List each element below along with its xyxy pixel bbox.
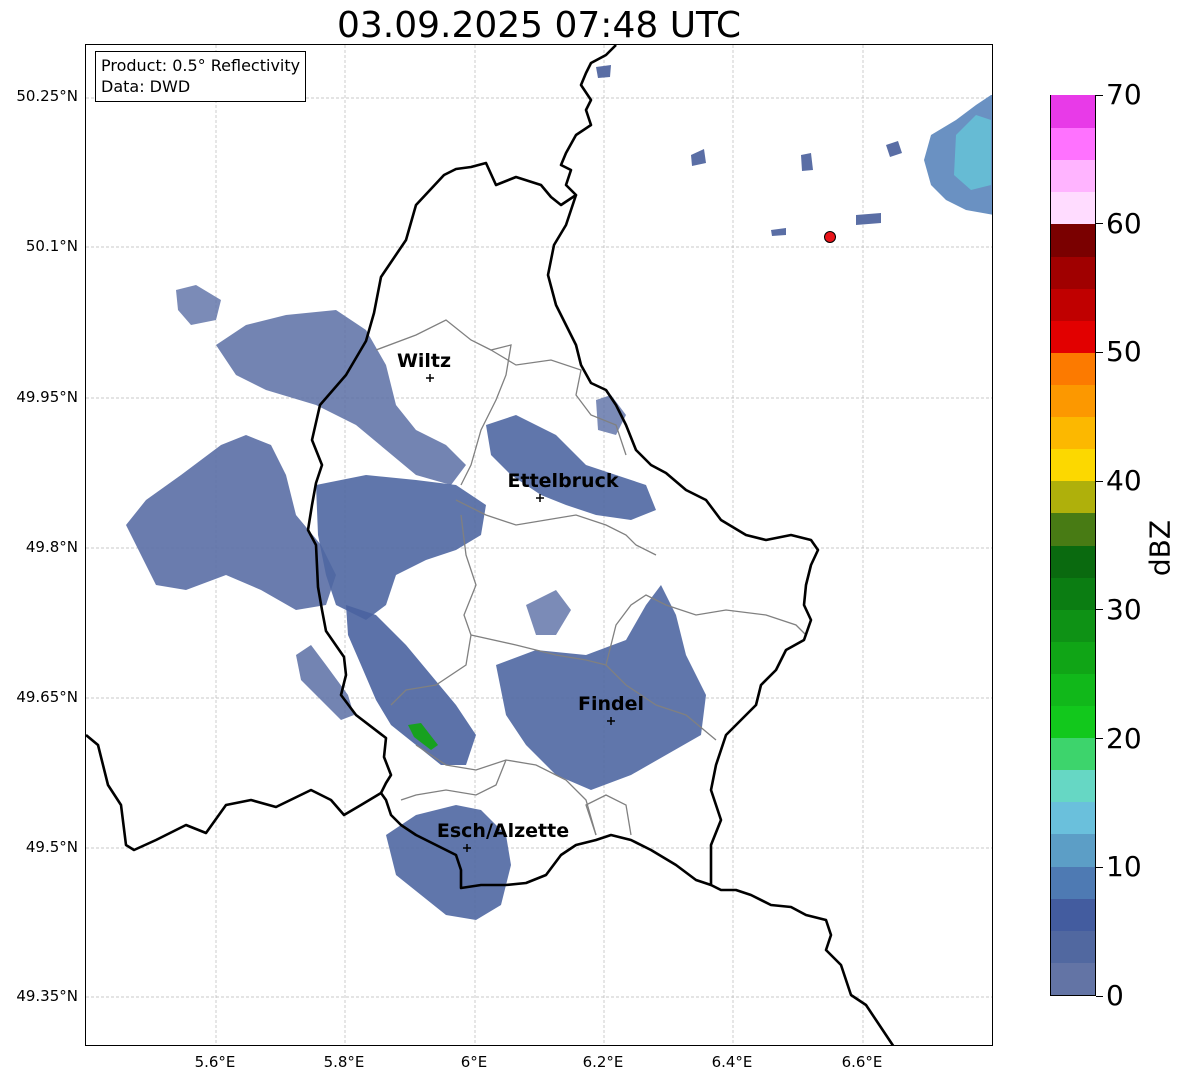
echo-northwest-small: [176, 285, 221, 325]
lon-label: 5.6°E: [194, 1053, 236, 1071]
data-source-label: Data: DWD: [101, 77, 191, 96]
colorbar-segment: [1051, 769, 1095, 803]
echo-ettelbruck: [486, 415, 656, 520]
colorbar-segment: [1051, 159, 1095, 193]
colorbar-segment: [1051, 930, 1095, 963]
colorbar-segment: [1051, 609, 1095, 642]
colorbar-segment: [1051, 641, 1095, 674]
colorbar-tick-label: 40: [1106, 464, 1142, 498]
echo-ne-speck-4: [856, 213, 881, 225]
colorbar-segment: [1051, 288, 1095, 321]
radar-map[interactable]: [85, 44, 993, 1046]
city-label-esch: Esch/Alzette: [436, 820, 570, 842]
product-label: Product: 0.5° Reflectivity: [101, 56, 301, 75]
colorbar-tick: [1096, 480, 1103, 482]
echo-ne-speck-3: [691, 149, 706, 166]
colorbar-tick: [1096, 609, 1103, 611]
echo-west: [126, 435, 336, 610]
lon-label: 5.8°E: [323, 1053, 365, 1071]
echo-ne-speck-6: [596, 65, 611, 78]
echo-ne-speck-1: [886, 141, 902, 157]
echo-central: [316, 475, 486, 620]
colorbar-tick-label: 50: [1106, 335, 1142, 369]
colorbar-segment: [1051, 255, 1095, 289]
lon-label: 6.2°E: [582, 1053, 624, 1071]
colorbar-tick-label: 30: [1106, 592, 1142, 626]
lat-label: 49.5°N: [25, 838, 78, 856]
colorbar-tick: [1096, 94, 1103, 96]
lon-label: 6°E: [460, 1053, 488, 1071]
lat-label: 49.95°N: [16, 388, 78, 406]
lat-label: 50.1°N: [25, 237, 78, 255]
colorbar: [1050, 95, 1096, 996]
colorbar-segment: [1051, 95, 1095, 129]
colorbar-segment: [1051, 544, 1095, 578]
city-marker-wiltz: [426, 374, 434, 382]
colorbar-segment: [1051, 705, 1095, 739]
echo-ne-speck-5: [771, 228, 786, 236]
colorbar-tick-label: 20: [1106, 721, 1142, 755]
lon-label: 6.6°E: [841, 1053, 883, 1071]
colorbar-segment: [1051, 223, 1095, 257]
colorbar-segment: [1051, 191, 1095, 225]
colorbar-segment: [1051, 127, 1095, 161]
echo-southwest-band: [346, 605, 476, 765]
colorbar-tick: [1096, 223, 1103, 225]
colorbar-title: dBZ: [1143, 519, 1177, 577]
colorbar-tick: [1096, 995, 1103, 997]
colorbar-segment: [1051, 384, 1095, 418]
colorbar-segment: [1051, 480, 1095, 514]
colorbar-segment: [1051, 448, 1095, 482]
colorbar-segment: [1051, 512, 1095, 546]
echo-findel: [496, 585, 706, 790]
city-label-findel: Findel: [577, 693, 645, 715]
map-canvas: [86, 45, 992, 1045]
colorbar-segment: [1051, 865, 1095, 899]
colorbar-segment: [1051, 898, 1095, 931]
colorbar-tick: [1096, 866, 1103, 868]
colorbar-segment: [1051, 416, 1095, 450]
lat-label: 49.65°N: [16, 688, 78, 706]
map-title: 03.09.2025 07:48 UTC: [336, 5, 742, 46]
lat-label: 50.25°N: [16, 87, 78, 105]
colorbar-tick: [1096, 351, 1103, 353]
lat-label: 49.35°N: [16, 987, 78, 1005]
colorbar-segment: [1051, 577, 1095, 610]
city-label-ettelbruck: Ettelbruck: [507, 470, 619, 492]
colorbar-segment: [1051, 962, 1095, 995]
lon-label: 6.4°E: [711, 1053, 753, 1071]
colorbar-segment: [1051, 833, 1095, 867]
colorbar-segment: [1051, 320, 1095, 353]
colorbar-tick-label: 60: [1106, 206, 1142, 240]
lat-label: 49.8°N: [25, 538, 78, 556]
colorbar-tick: [1096, 738, 1103, 740]
colorbar-segment: [1051, 801, 1095, 835]
radar-site-marker: [824, 231, 836, 243]
echo-ne-speck-2: [801, 153, 813, 171]
echo-findel-east: [526, 590, 571, 635]
product-info-box: Product: 0.5° Reflectivity Data: DWD: [95, 51, 307, 102]
colorbar-tick-label: 70: [1106, 78, 1142, 111]
colorbar-segment: [1051, 673, 1095, 707]
city-label-wiltz: Wiltz: [396, 350, 452, 372]
colorbar-tick-label: 0: [1106, 979, 1124, 1012]
colorbar-segment: [1051, 352, 1095, 385]
colorbar-tick-label: 10: [1106, 850, 1142, 884]
colorbar-segment: [1051, 737, 1095, 771]
